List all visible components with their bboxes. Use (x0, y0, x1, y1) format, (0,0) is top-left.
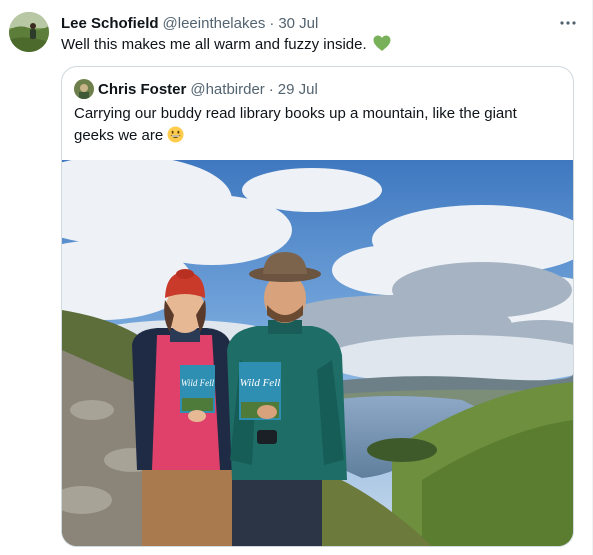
grinning-face-icon (167, 126, 184, 150)
book-cover-title-1: Wild Fell (181, 378, 215, 388)
quoted-author-avatar (74, 79, 94, 99)
quoted-tweet-text: Carrying our buddy read library books up… (74, 103, 554, 150)
tweet[interactable]: Lee Schofield @leeinthelakes · 30 Jul We… (0, 0, 593, 555)
more-options-icon[interactable] (558, 13, 578, 33)
tweet-header: Lee Schofield @leeinthelakes · 30 Jul (61, 13, 562, 33)
quoted-author-name: Chris Foster (98, 80, 187, 98)
quoted-author-handle: @hatbirder (190, 80, 265, 98)
quoted-tweet[interactable]: Chris Foster @hatbirder · 29 Jul Carryin… (61, 66, 574, 547)
quoted-tweet-text-content: Carrying our buddy read library books up… (74, 105, 517, 144)
book-cover-title-2: Wild Fell (240, 377, 281, 389)
separator: · (269, 14, 275, 32)
author-avatar[interactable] (9, 12, 49, 52)
tweet-date[interactable]: 30 Jul (278, 15, 318, 32)
separator: · (268, 80, 274, 98)
quoted-tweet-date: 29 Jul (277, 80, 318, 98)
quoted-tweet-header: Chris Foster @hatbirder · 29 Jul (98, 79, 318, 99)
green-heart-icon (373, 35, 391, 58)
tweet-photo[interactable]: Wild Fell Wild Fell (62, 160, 573, 546)
author-name[interactable]: Lee Schofield (61, 15, 159, 32)
tweet-text-content: Well this makes me all warm and fuzzy in… (61, 36, 367, 53)
tweet-text: Well this makes me all warm and fuzzy in… (61, 35, 391, 58)
author-handle[interactable]: @leeinthelakes (163, 15, 266, 32)
